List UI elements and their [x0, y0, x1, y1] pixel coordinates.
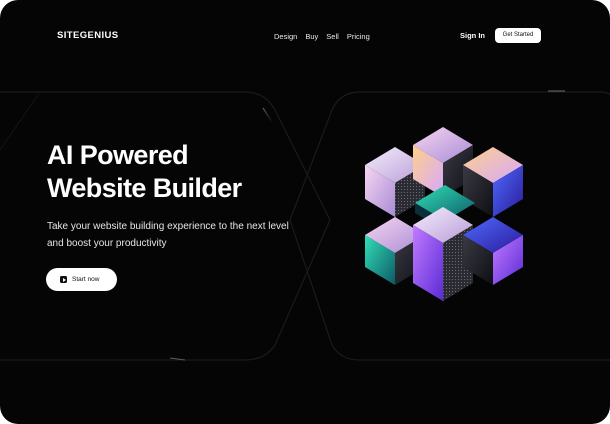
- get-started-button[interactable]: Get Started: [495, 28, 541, 43]
- start-now-button[interactable]: Start now: [46, 268, 117, 291]
- play-icon: [60, 276, 67, 283]
- brand-logo[interactable]: SITEGENIUS: [57, 30, 119, 41]
- start-now-label: Start now: [72, 276, 100, 283]
- nav-item-buy[interactable]: Buy: [305, 32, 318, 41]
- hero-title: AI Powered Website Builder: [47, 139, 242, 205]
- hero-title-line-1: AI Powered: [47, 140, 189, 170]
- page-frame: SITEGENIUS Design Buy Sell Pricing Sign …: [0, 0, 610, 424]
- hero-subtitle: Take your website building experience to…: [47, 221, 289, 249]
- sign-in-link[interactable]: Sign In: [460, 31, 485, 40]
- main-menu: Design Buy Sell Pricing: [274, 32, 370, 41]
- iridescent-cube-cluster-illustration: [365, 127, 523, 301]
- top-nav: SITEGENIUS Design Buy Sell Pricing Sign …: [0, 0, 610, 70]
- hero-title-line-2: Website Builder: [47, 173, 242, 203]
- nav-item-pricing[interactable]: Pricing: [347, 32, 370, 41]
- nav-item-design[interactable]: Design: [274, 32, 297, 41]
- nav-item-sell[interactable]: Sell: [326, 32, 339, 41]
